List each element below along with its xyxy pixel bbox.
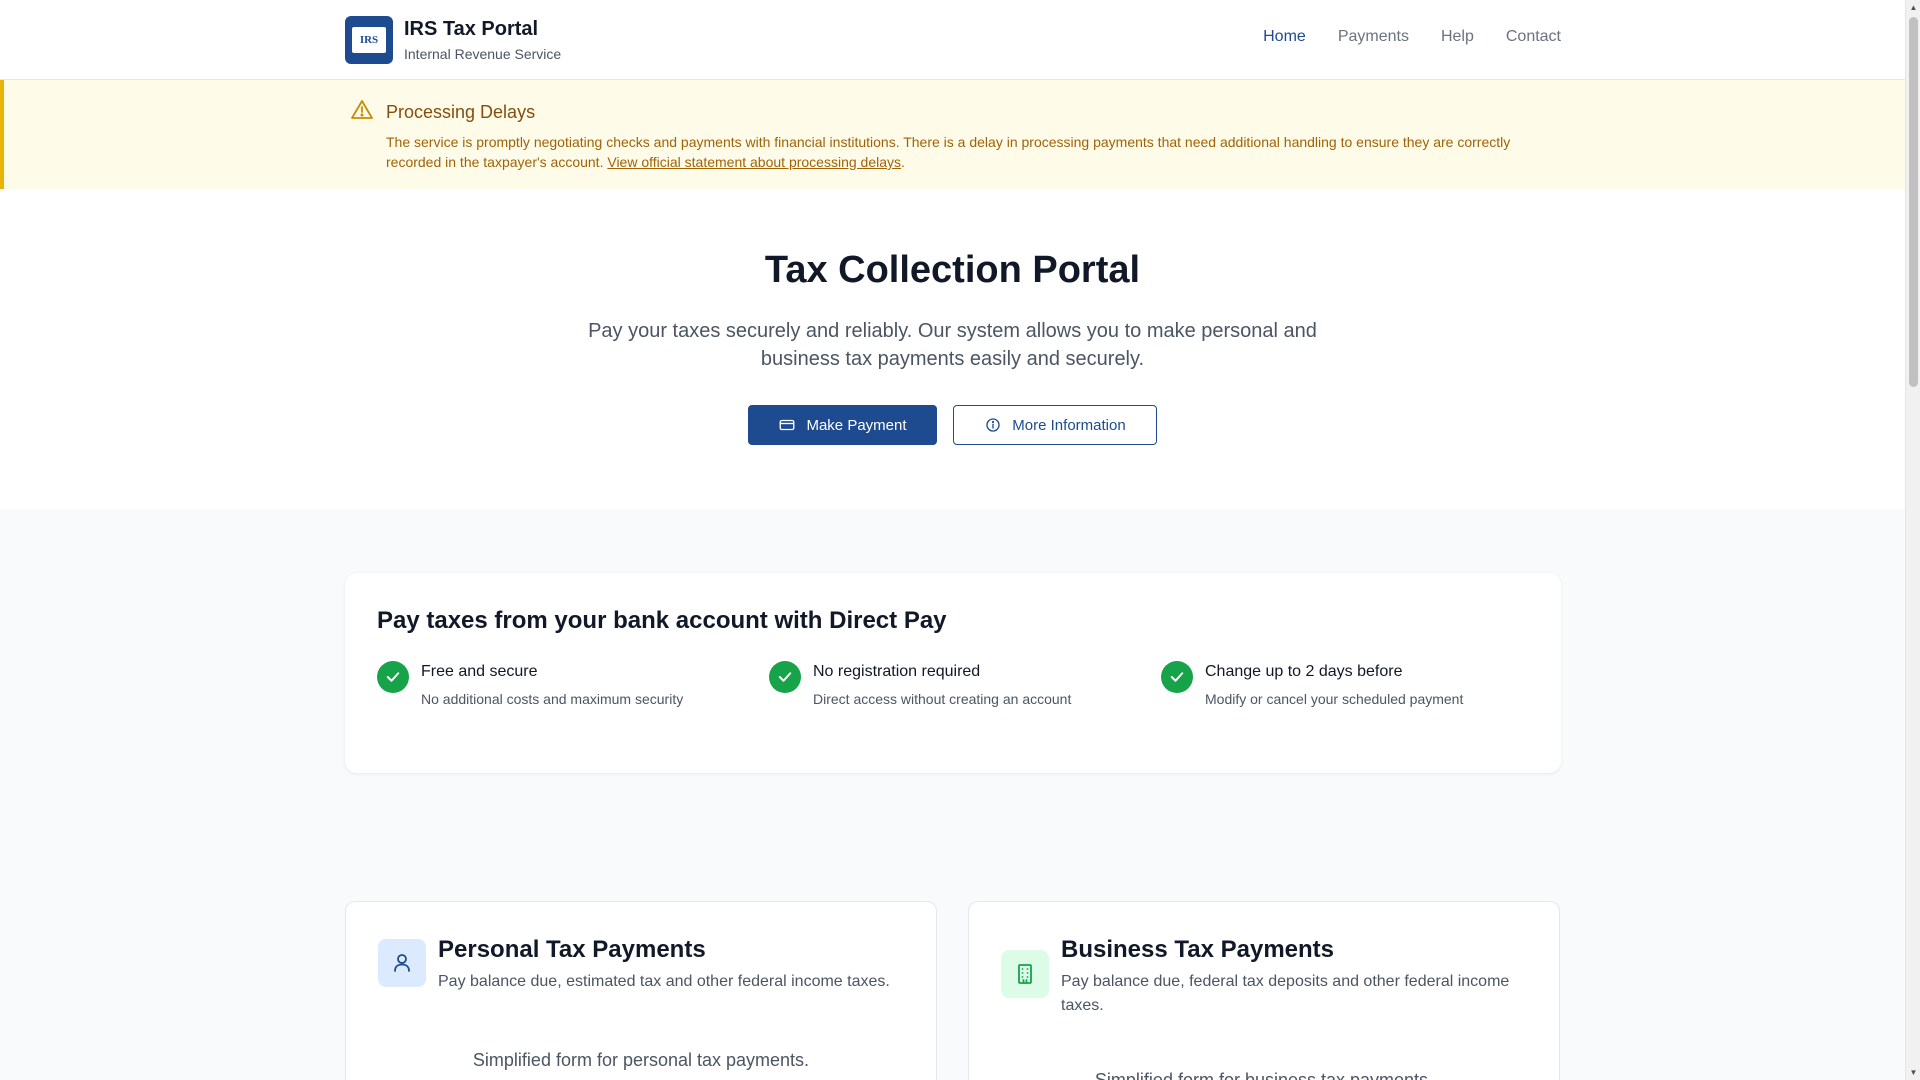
site-header: IRS IRS Tax Portal Internal Revenue Serv… bbox=[0, 0, 1905, 80]
main-nav: Home Payments Help Contact bbox=[1263, 28, 1561, 46]
feature-free-and-secure: Free and secure No additional costs and … bbox=[377, 661, 737, 721]
alert-body: The service is promptly negotiating chec… bbox=[386, 132, 1566, 172]
scroll-up-arrow-icon[interactable]: ▲ bbox=[1906, 0, 1920, 15]
scrollbar-thumb[interactable] bbox=[1909, 17, 1918, 387]
direct-pay-title: Pay taxes from your bank account with Di… bbox=[377, 607, 947, 634]
feature-title: Change up to 2 days before bbox=[1205, 663, 1403, 680]
business-tax-payments-card[interactable]: Business Tax Payments Pay balance due, f… bbox=[968, 901, 1560, 1080]
feature-description: No additional costs and maximum security bbox=[421, 691, 684, 707]
feature-no-registration: No registration required Direct access w… bbox=[769, 661, 1129, 721]
vertical-scrollbar[interactable]: ▲ ▼ bbox=[1905, 0, 1920, 1080]
business-tax-payments-description: Pay balance due, federal tax deposits an… bbox=[1061, 973, 1510, 1014]
processing-delays-statement-link[interactable]: View official statement about processing… bbox=[607, 154, 901, 170]
make-payment-button[interactable]: Make Payment bbox=[748, 405, 937, 445]
direct-pay-card: Pay taxes from your bank account with Di… bbox=[345, 573, 1561, 773]
irs-logo-mark: IRS bbox=[352, 27, 386, 53]
more-information-button[interactable]: More Information bbox=[953, 405, 1157, 445]
feature-description: Modify or cancel your scheduled payment bbox=[1205, 691, 1464, 707]
check-icon bbox=[769, 661, 801, 693]
business-tax-payments-note: Simplified form for business tax payment… bbox=[1094, 1070, 1434, 1080]
credit-card-icon bbox=[780, 419, 795, 431]
building-icon-badge bbox=[1001, 950, 1049, 998]
personal-tax-payments-card[interactable]: Personal Tax Payments Pay balance due, e… bbox=[345, 901, 937, 1080]
nav-payments[interactable]: Payments bbox=[1338, 28, 1409, 46]
hero-subtitle: Pay your taxes securely and reliably. Ou… bbox=[588, 320, 1317, 370]
user-icon-badge bbox=[378, 939, 426, 987]
processing-delays-alert: Processing Delays The service is promptl… bbox=[0, 80, 1905, 189]
building-icon bbox=[1018, 964, 1032, 984]
check-icon bbox=[377, 661, 409, 693]
feature-change-before: Change up to 2 days before Modify or can… bbox=[1161, 661, 1521, 721]
personal-tax-payments-title: Personal Tax Payments bbox=[438, 936, 706, 963]
feature-description: Direct access without creating an accoun… bbox=[813, 691, 1072, 707]
alert-message: The service is promptly negotiating chec… bbox=[386, 134, 1511, 170]
scroll-down-arrow-icon[interactable]: ▼ bbox=[1906, 1065, 1920, 1080]
info-icon bbox=[986, 418, 1000, 432]
nav-contact[interactable]: Contact bbox=[1506, 28, 1561, 46]
more-information-label: More Information bbox=[1012, 416, 1126, 434]
feature-title: No registration required bbox=[813, 663, 981, 680]
hero-section: Tax Collection Portal Pay your taxes sec… bbox=[0, 189, 1905, 509]
nav-home[interactable]: Home bbox=[1263, 28, 1306, 46]
user-icon bbox=[394, 954, 410, 972]
page: IRS IRS Tax Portal Internal Revenue Serv… bbox=[0, 0, 1905, 1080]
irs-logo[interactable]: IRS bbox=[345, 16, 393, 64]
personal-tax-payments-note: Simplified form for personal tax payment… bbox=[472, 1050, 810, 1070]
check-icon bbox=[1161, 661, 1193, 693]
feature-title: Free and secure bbox=[421, 663, 538, 680]
brand-subtitle: Internal Revenue Service bbox=[404, 46, 562, 62]
warning-icon bbox=[351, 100, 373, 119]
brand-title: IRS Tax Portal bbox=[404, 18, 539, 40]
business-tax-payments-title: Business Tax Payments bbox=[1061, 936, 1335, 963]
alert-title: Processing Delays bbox=[386, 102, 536, 122]
page-title: Tax Collection Portal bbox=[764, 249, 1141, 291]
alert-link-suffix: . bbox=[901, 154, 905, 170]
personal-tax-payments-description: Pay balance due, estimated tax and other… bbox=[438, 973, 890, 990]
make-payment-label: Make Payment bbox=[806, 416, 907, 434]
nav-help[interactable]: Help bbox=[1441, 28, 1474, 46]
